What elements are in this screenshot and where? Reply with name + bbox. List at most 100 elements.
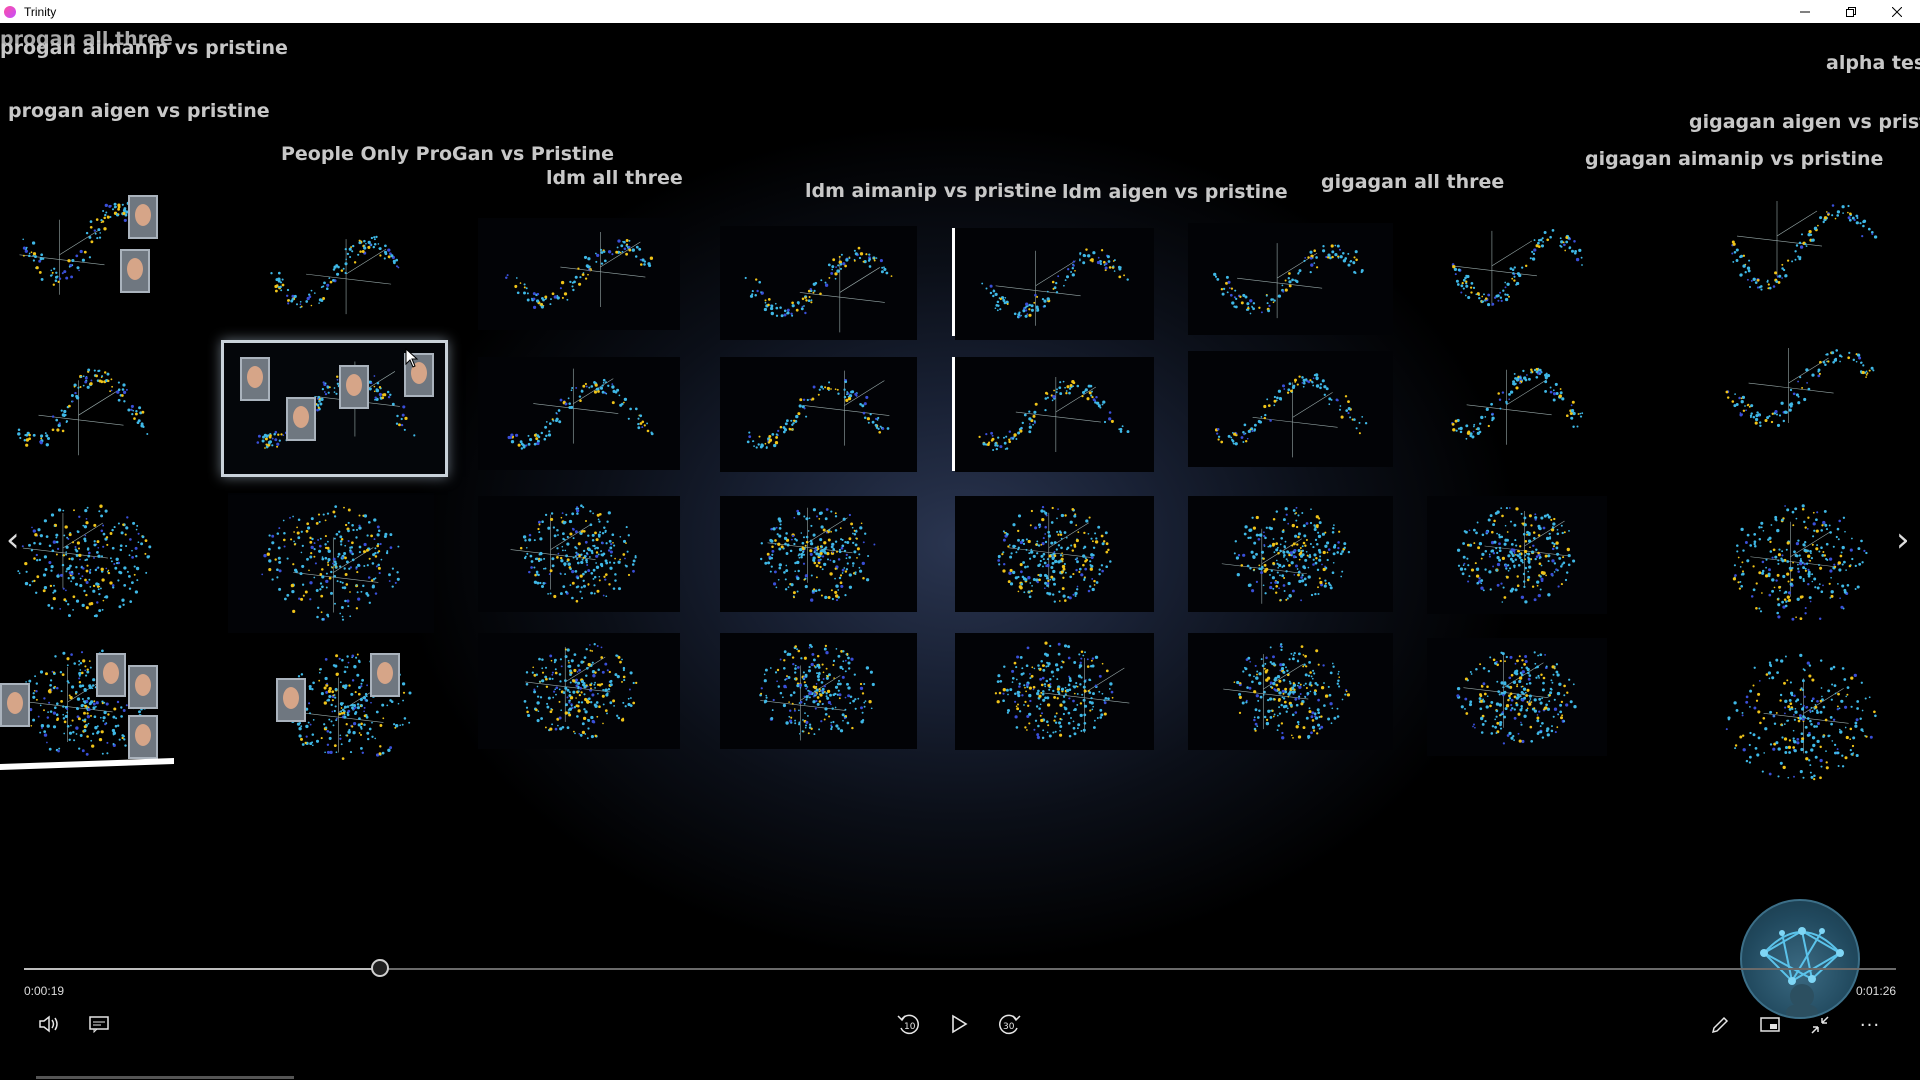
- plot-tile[interactable]: [1700, 643, 1900, 793]
- miniview-icon[interactable]: [1758, 1013, 1782, 1037]
- label-gigagan-aimanip: gigagan aimanip vs pristine: [1585, 148, 1884, 170]
- axis-lines: [1451, 230, 1537, 306]
- plot-tile[interactable]: [1700, 493, 1900, 633]
- minimize-icon[interactable]: [1782, 0, 1828, 23]
- scene-viewport[interactable]: progan all three progan aimanip vs prist…: [0, 23, 1920, 1080]
- scatter-plot: [1451, 367, 1584, 445]
- plot-tile[interactable]: [1700, 173, 1900, 323]
- plot-tile[interactable]: [1188, 351, 1393, 467]
- face-thumbnail[interactable]: [0, 683, 30, 727]
- point-cloud: [1451, 229, 1583, 307]
- axis-lines: [1736, 201, 1823, 277]
- label-ldm-aimanip: ldm aimanip vs pristine: [805, 180, 1057, 202]
- volume-icon[interactable]: [36, 1013, 62, 1035]
- scatter-plot: [1213, 243, 1364, 319]
- scatter-plot: [981, 248, 1129, 326]
- plot-tile[interactable]: [1188, 223, 1393, 335]
- axis-lines: [1748, 348, 1834, 424]
- scatter-plot: [505, 232, 654, 310]
- restore-icon[interactable]: [1828, 0, 1874, 23]
- plot-tile[interactable]: [478, 496, 680, 612]
- plot-tile[interactable]: [955, 357, 1154, 472]
- scatter-plot: [1732, 504, 1868, 621]
- point-cloud: [978, 380, 1130, 452]
- axis-lines: [19, 219, 105, 295]
- scatter-plot: [261, 505, 400, 621]
- scatter-plot: [1451, 229, 1583, 307]
- scatter-plot: [1725, 653, 1877, 781]
- captions-icon[interactable]: [86, 1013, 112, 1035]
- plot-tile[interactable]: [0, 343, 170, 473]
- point-cloud: [1731, 204, 1878, 291]
- cursor-icon: [405, 348, 419, 368]
- plot-tile[interactable]: [720, 226, 917, 340]
- face-thumbnail[interactable]: [276, 678, 306, 722]
- axis-lines: [510, 514, 596, 590]
- window-title: Trinity: [24, 4, 57, 19]
- face-thumbnail[interactable]: [128, 665, 158, 709]
- label-progan-aimanip: progan aimanip vs pristine: [0, 37, 288, 59]
- point-cloud: [507, 378, 654, 450]
- plot-tile[interactable]: [244, 213, 424, 333]
- plot-tile[interactable]: [1427, 638, 1607, 756]
- face-thumbnail[interactable]: [286, 397, 316, 441]
- plot-tile[interactable]: [478, 357, 680, 470]
- plot-tile[interactable]: [720, 496, 917, 612]
- more-icon[interactable]: ···: [1858, 1013, 1882, 1037]
- face-thumbnail[interactable]: [128, 715, 158, 759]
- point-cloud: [17, 368, 149, 447]
- plot-tile[interactable]: [1188, 633, 1393, 750]
- plot-tile[interactable]: [955, 496, 1154, 612]
- plot-tile[interactable]: [955, 228, 1154, 340]
- face-thumbnail[interactable]: [240, 357, 270, 401]
- point-cloud: [523, 643, 638, 740]
- face-thumbnail[interactable]: [339, 365, 369, 409]
- plot-tile[interactable]: [228, 493, 434, 633]
- point-cloud: [981, 248, 1129, 319]
- plot-tile[interactable]: [1700, 323, 1900, 453]
- axis-lines: [293, 537, 379, 613]
- face-thumbnail[interactable]: [96, 653, 126, 697]
- seek-thumb[interactable]: [370, 959, 389, 977]
- plot-tile[interactable]: [478, 633, 680, 749]
- face-thumbnail[interactable]: [128, 195, 158, 239]
- scatter-plot: [507, 368, 654, 450]
- point-cloud: [17, 504, 152, 618]
- point-cloud: [759, 643, 875, 736]
- assistant-avatar[interactable]: [1740, 899, 1860, 1019]
- plot-tile[interactable]: [1188, 496, 1393, 612]
- plot-tile[interactable]: [478, 218, 680, 330]
- point-cloud: [994, 641, 1114, 740]
- axis-lines: [995, 250, 1081, 326]
- point-cloud: [519, 504, 637, 603]
- plot-tile[interactable]: [955, 633, 1154, 750]
- scatter-plot: [1456, 507, 1576, 604]
- scatter-plot: [1221, 506, 1351, 604]
- plot-tile[interactable]: [1427, 203, 1607, 333]
- plot-tile[interactable]: [720, 633, 917, 749]
- point-cloud: [1732, 504, 1868, 621]
- pen-icon[interactable]: [1708, 1013, 1732, 1037]
- face-thumbnail[interactable]: [120, 249, 150, 293]
- skip-back-10-icon[interactable]: 10: [896, 1011, 922, 1037]
- play-icon[interactable]: [946, 1011, 972, 1037]
- plot-tile[interactable]: [1427, 496, 1607, 614]
- point-cloud: [1214, 373, 1368, 446]
- scatter-plot: [510, 504, 637, 603]
- axis-lines: [1237, 243, 1323, 319]
- plot-tile[interactable]: [0, 493, 170, 628]
- scatter-plot: [17, 504, 152, 618]
- seek-bar[interactable]: [24, 959, 1896, 977]
- plot-tile[interactable]: [1427, 345, 1607, 461]
- scatter-plot: [1731, 201, 1878, 291]
- point-cloud: [270, 235, 400, 309]
- seek-bar-progress: [24, 968, 380, 970]
- exit-fullscreen-icon[interactable]: [1808, 1013, 1832, 1037]
- axis-lines: [1015, 377, 1101, 453]
- skip-forward-30-icon[interactable]: 30: [996, 1011, 1022, 1037]
- face-thumbnail[interactable]: [370, 653, 400, 697]
- close-icon[interactable]: [1874, 0, 1920, 23]
- plot-tile[interactable]: [720, 357, 917, 472]
- skip-back-label: 10: [904, 1022, 916, 1032]
- point-cloud: [997, 505, 1112, 603]
